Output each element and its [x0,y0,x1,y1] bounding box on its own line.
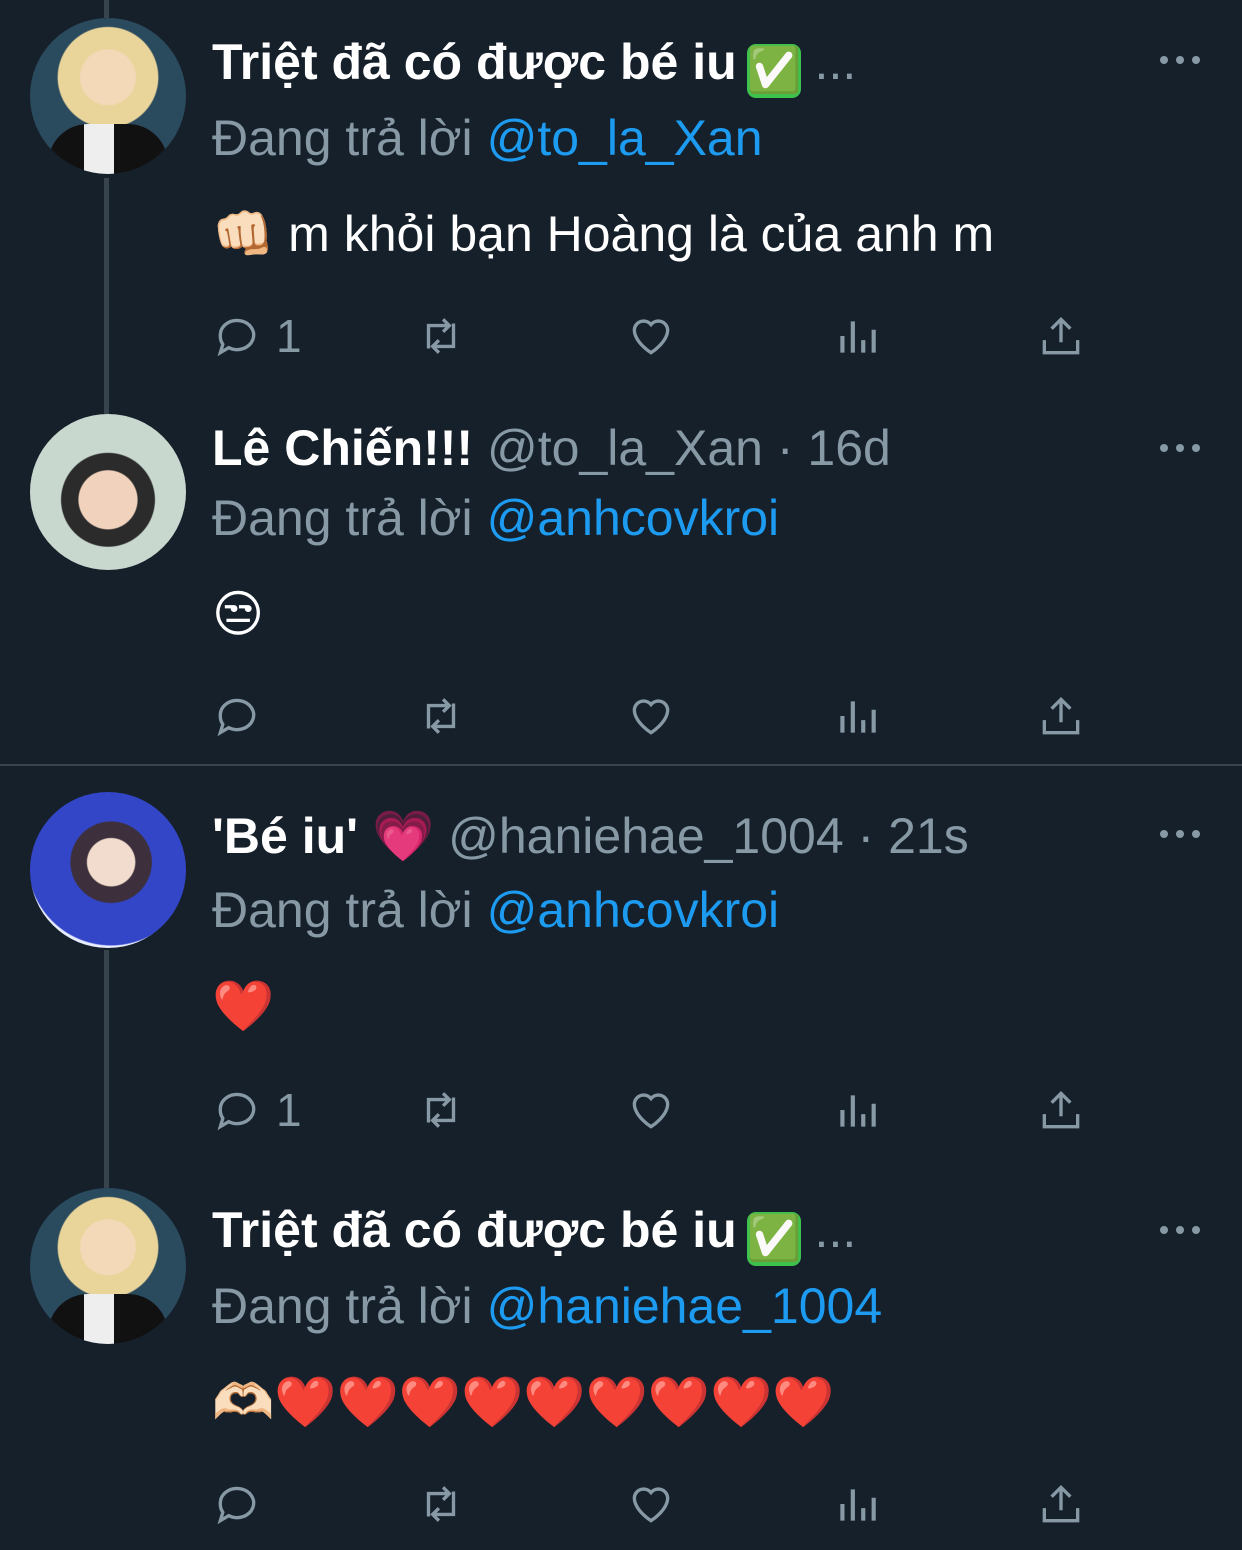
tweet-text: ❤️ [212,977,275,1035]
action-bar: 1 [212,1082,1112,1138]
retweet-icon [426,1486,456,1522]
verified-badge: ✅ [746,44,801,98]
analytics-icon [840,1489,876,1521]
retweet-button[interactable] [416,688,466,744]
retweet-icon [426,1092,456,1128]
analytics-button[interactable] [832,308,882,364]
tweet-text: 👊🏻 m khỏi bạn Hoàng là của anh m [212,204,994,264]
avatar[interactable] [30,1188,186,1344]
reply-mention[interactable]: @anhcovkroi [487,490,780,546]
retweet-button[interactable] [416,308,466,364]
reply-mention[interactable]: @haniehae_1004 [487,1278,883,1334]
more-icon[interactable] [1160,828,1200,840]
reply-icon [217,1486,256,1525]
fist-emoji: 👊🏻 [212,205,275,263]
display-name[interactable]: Triệt đã có được bé iu [212,34,737,90]
retweet-button[interactable] [416,1082,466,1138]
like-button[interactable] [626,1082,676,1138]
share-icon [1042,696,1080,735]
share-button[interactable] [1036,308,1086,364]
like-button[interactable] [626,1476,676,1532]
tweet[interactable]: 'Bé iu' 💗 @haniehae_1004 · 21s Đang trả … [0,766,1242,1176]
action-bar [212,1476,1112,1532]
handle: @to_la_Xan · 16d [487,420,891,476]
reply-prefix: Đang trả lời [212,490,473,546]
share-button[interactable] [1036,1082,1086,1138]
display-name[interactable]: Triệt đã có được bé iu [212,1202,737,1258]
reply-mention[interactable]: @to_la_Xan [487,110,763,166]
analytics-icon [840,701,876,733]
avatar[interactable] [30,18,186,174]
reply-prefix: Đang trả lời [212,882,473,938]
tweet-header: Lê Chiến!!! @to_la_Xan · 16d [212,418,891,478]
analytics-button[interactable] [832,1082,882,1138]
more-icon[interactable] [1160,442,1200,454]
analytics-button[interactable] [832,1476,882,1532]
reply-icon [217,1092,256,1131]
analytics-icon [840,321,876,353]
reply-prefix: Đang trả lời [212,1278,473,1334]
like-icon [632,1487,670,1523]
more-icon[interactable] [1160,1224,1200,1236]
reply-context: Đang trả lời @anhcovkroi [212,880,779,940]
reply-context: Đang trả lời @to_la_Xan [212,108,763,168]
retweet-button[interactable] [416,1476,466,1532]
reply-button[interactable] [212,1476,276,1532]
retweet-icon [426,318,456,354]
avatar[interactable] [30,792,186,948]
reply-button[interactable] [212,688,276,744]
like-icon [632,319,670,355]
reply-icon [217,698,256,737]
handle: ... [814,34,857,90]
like-icon [632,1093,670,1129]
tweet-header: Triệt đã có được bé iu ✅ ... [212,32,856,98]
tweet-text-body: m khỏi bạn Hoàng là của anh m [288,206,995,262]
reply-context: Đang trả lời @haniehae_1004 [212,1276,882,1336]
tweet-header: Triệt đã có được bé iu ✅ ... [212,1200,856,1266]
analytics-button[interactable] [832,688,882,744]
share-button[interactable] [1036,1476,1086,1532]
display-name[interactable]: Lê Chiến!!! [212,420,473,476]
like-button[interactable] [626,688,676,744]
display-name[interactable]: 'Bé iu' [212,808,358,864]
reply-count: 1 [276,1084,302,1136]
tweet-header: 'Bé iu' 💗 @haniehae_1004 · 21s [212,806,969,866]
like-button[interactable] [626,308,676,364]
tweet-text: 🫶🏻❤️❤️❤️❤️❤️❤️❤️❤️❤️ [212,1373,835,1431]
tweet[interactable]: Triệt đã có được bé iu ✅ ... Đang trả lời… [0,0,1242,400]
handle: ... [814,1202,857,1258]
action-bar: 1 [212,308,1112,364]
heart-emoji: 💗 [371,807,435,865]
share-icon [1042,1090,1080,1129]
more-icon[interactable] [1160,54,1200,66]
tweet-text: 😒 [212,585,265,643]
share-icon [1042,316,1080,355]
verified-badge: ✅ [746,1212,801,1266]
tweet[interactable]: Lê Chiến!!! @to_la_Xan · 16d Đang trả lờ… [0,400,1242,764]
avatar[interactable] [30,414,186,570]
retweet-icon [426,698,456,734]
reply-mention[interactable]: @anhcovkroi [487,882,780,938]
reply-prefix: Đang trả lời [212,110,473,166]
action-bar [212,688,1112,744]
reply-button[interactable]: 1 [212,1082,302,1138]
share-button[interactable] [1036,688,1086,744]
reply-count: 1 [276,310,302,362]
tweet[interactable]: Triệt đã có được bé iu ✅ ... Đang trả lời… [0,1176,1242,1550]
reply-button[interactable]: 1 [212,308,302,364]
share-icon [1042,1484,1080,1523]
reply-icon [217,318,256,357]
reply-context: Đang trả lời @anhcovkroi [212,488,779,548]
analytics-icon [840,1095,876,1127]
like-icon [632,699,670,735]
handle: @haniehae_1004 · 21s [448,808,969,864]
